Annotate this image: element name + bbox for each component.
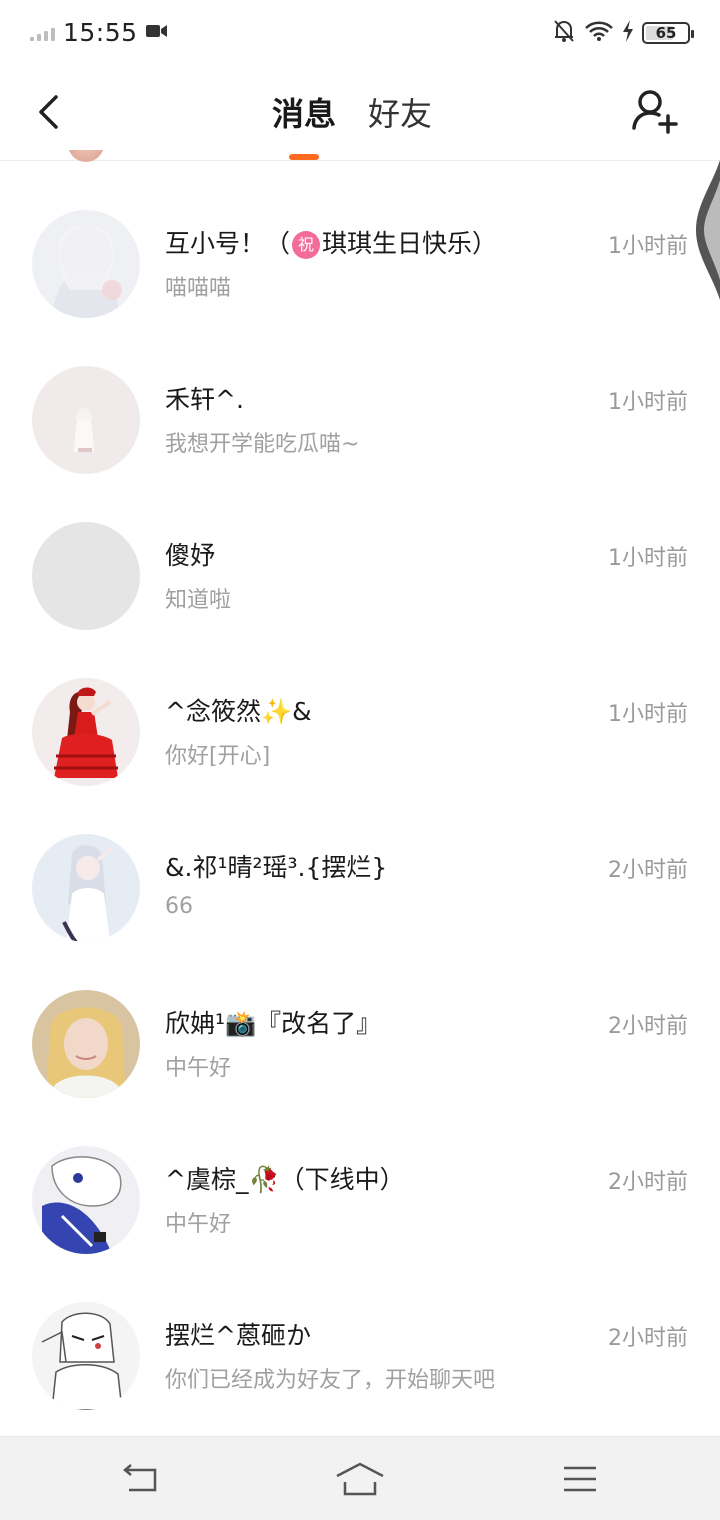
- avatar: [32, 1302, 140, 1410]
- tab-messages-label: 消息: [272, 95, 337, 133]
- contact-name: ^虞棕_🥀（下线中）: [165, 1165, 405, 1194]
- nav-menu-button[interactable]: [550, 1457, 610, 1501]
- avatar: [32, 366, 140, 474]
- contact-name: 摆烂^蒽砸か: [165, 1321, 311, 1350]
- tab-friends-label: 好友: [368, 95, 433, 133]
- avatar: [32, 990, 140, 1098]
- contact-name: &.祁¹晴²瑶³.{摆烂}: [165, 853, 388, 882]
- list-item[interactable]: &.祁¹晴²瑶³.{摆烂} 66 2小时前: [0, 786, 720, 942]
- list-item[interactable]: ^虞棕_🥀（下线中） 中午好 2小时前: [0, 1098, 720, 1254]
- message-time: 2小时前: [608, 858, 688, 883]
- nav-home-button[interactable]: [330, 1457, 390, 1501]
- contact-name: 傻妤: [165, 541, 216, 570]
- back-button[interactable]: [26, 88, 70, 136]
- charging-icon: [622, 20, 634, 46]
- add-friend-button[interactable]: [630, 86, 680, 136]
- video-icon: [145, 23, 168, 43]
- contact-name: 互小号！（祝琪琪生日快乐）: [165, 229, 498, 259]
- message-time: 1小时前: [608, 234, 688, 259]
- list-item[interactable]: 欣姌¹📸『改名了』 中午好 2小时前: [0, 942, 720, 1098]
- return-icon: [123, 1464, 157, 1492]
- conversation-list: 互小号！（祝琪琪生日快乐） 喵喵喵 1小时前 禾轩^. 我想开学能吃瓜喵~ 1小…: [0, 162, 720, 1410]
- message-preview: 你好[开心]: [165, 744, 271, 769]
- message-time: 1小时前: [608, 390, 688, 415]
- list-item[interactable]: ^念筱然✨& 你好[开心] 1小时前: [0, 630, 720, 786]
- message-preview: 你们已经成为好友了，开始聊天吧: [165, 1368, 496, 1393]
- sparkle-icon: ✨: [260, 697, 293, 726]
- battery-icon: 65: [642, 22, 694, 44]
- tab-friends[interactable]: 好友: [368, 88, 432, 140]
- list-item[interactable]: 禾轩^. 我想开学能吃瓜喵~ 1小时前: [0, 318, 720, 474]
- message-preview: 知道啦: [165, 588, 232, 613]
- avatar: [32, 1146, 140, 1254]
- wifi-icon: [584, 20, 614, 46]
- list-item[interactable]: 傻妤 知道啦 1小时前: [0, 474, 720, 630]
- mute-icon: [552, 18, 576, 48]
- message-time: 1小时前: [608, 546, 688, 571]
- message-preview: 喵喵喵: [165, 276, 232, 301]
- contact-name: 欣姌¹📸『改名了』: [165, 1009, 382, 1038]
- add-user-icon: [632, 90, 678, 134]
- camera-flash-icon: 📸: [225, 1009, 257, 1038]
- partial-avatar: [68, 150, 104, 162]
- status-bar: 15:55 65: [0, 0, 720, 66]
- tab-messages[interactable]: 消息: [272, 88, 337, 160]
- battery-level: 65: [655, 24, 677, 42]
- message-preview: 中午好: [165, 1056, 232, 1081]
- avatar: [32, 678, 140, 786]
- wilted-rose-icon: 🥀: [248, 1165, 280, 1194]
- status-time: 15:55: [63, 18, 138, 47]
- status-left: 15:55: [30, 18, 168, 47]
- message-time: 2小时前: [608, 1170, 688, 1195]
- message-preview: 我想开学能吃瓜喵~: [165, 432, 360, 457]
- message-preview: 中午好: [165, 1212, 232, 1237]
- avatar: [32, 210, 140, 318]
- chevron-left-icon: [39, 95, 58, 129]
- tab-indicator: [289, 154, 319, 160]
- contact-name: ^念筱然✨&: [165, 697, 312, 726]
- home-icon: [336, 1462, 384, 1496]
- header-bar: 消息 好友: [0, 66, 720, 161]
- message-time: 2小时前: [608, 1326, 688, 1351]
- avatar: [32, 522, 140, 630]
- avatar: [32, 834, 140, 942]
- tab-bar: 消息 好友: [272, 88, 432, 160]
- status-right: 65: [552, 18, 694, 48]
- contact-name: 禾轩^.: [165, 385, 244, 414]
- nav-back-button[interactable]: [110, 1457, 170, 1501]
- message-time: 2小时前: [608, 1014, 688, 1039]
- system-nav-bar: [0, 1436, 720, 1520]
- list-item[interactable]: 互小号！（祝琪琪生日快乐） 喵喵喵 1小时前: [0, 162, 720, 318]
- list-item[interactable]: 摆烂^蒽砸か 你们已经成为好友了，开始聊天吧 2小时前: [0, 1254, 720, 1410]
- menu-icon: [564, 1466, 596, 1492]
- signal-icon: [30, 25, 55, 41]
- message-preview: 66: [165, 894, 193, 919]
- celebrate-badge-icon: 祝: [292, 231, 321, 259]
- message-time: 1小时前: [608, 702, 688, 727]
